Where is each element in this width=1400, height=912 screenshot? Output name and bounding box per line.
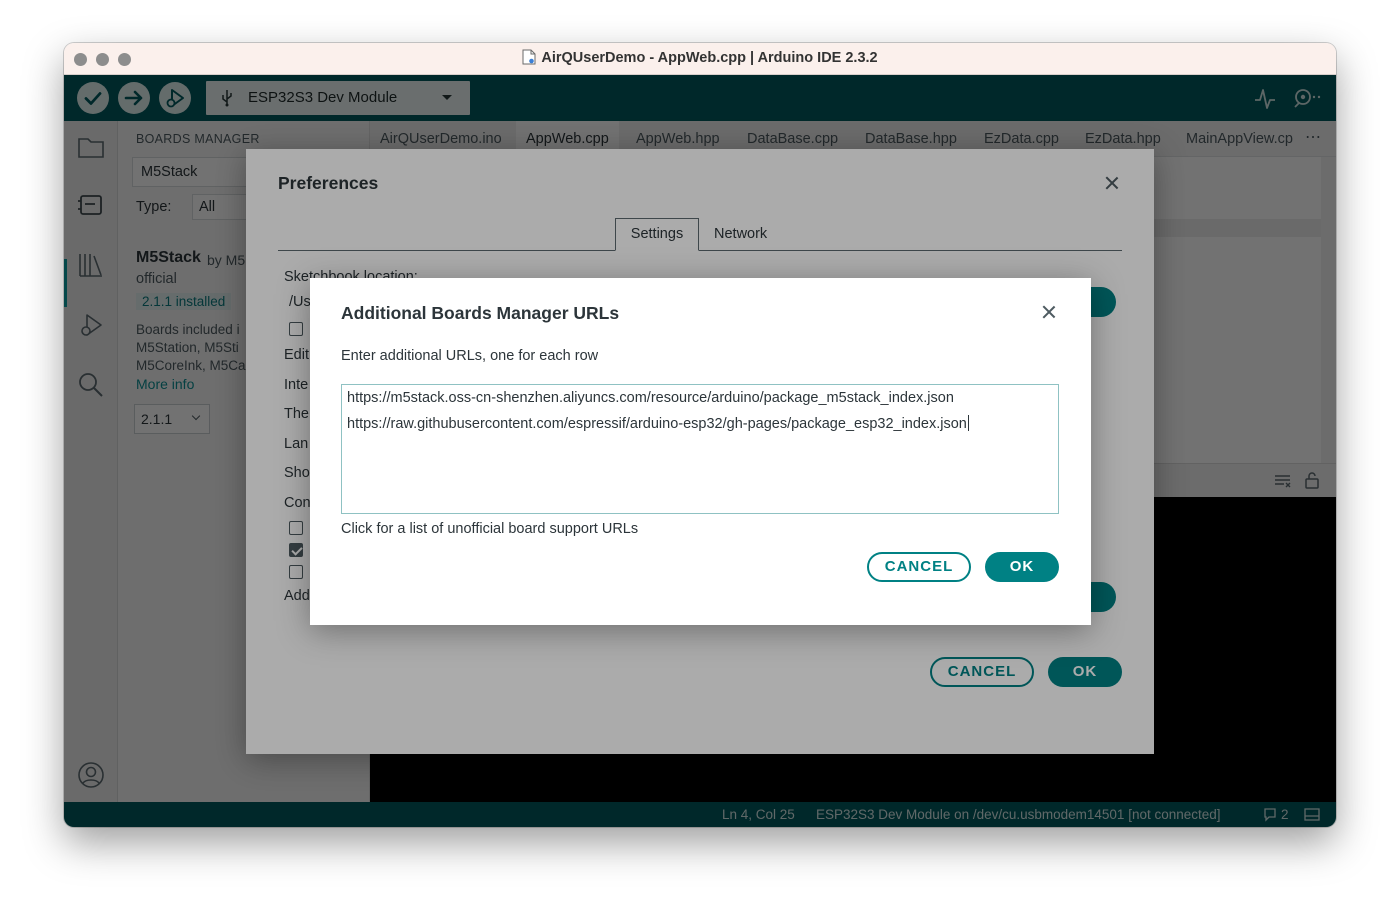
file-icon <box>522 49 536 65</box>
url-line: https://raw.githubusercontent.com/espres… <box>347 416 967 432</box>
urls-dialog-description: Enter additional URLs, one for each row <box>341 348 599 364</box>
window-title-text: AirQUserDemo - AppWeb.cpp | Arduino IDE … <box>541 50 878 66</box>
url-line-with-caret: https://raw.githubusercontent.com/espres… <box>347 415 969 432</box>
text-caret <box>967 415 969 431</box>
close-icon[interactable] <box>1039 302 1059 322</box>
window-title: AirQUserDemo - AppWeb.cpp | Arduino IDE … <box>64 43 1336 75</box>
unofficial-urls-link[interactable]: Click for a list of unofficial board sup… <box>341 521 638 537</box>
additional-urls-dialog: Additional Boards Manager URLs Enter add… <box>310 278 1091 625</box>
title-bar: AirQUserDemo - AppWeb.cpp | Arduino IDE … <box>64 43 1336 75</box>
urls-textarea[interactable]: https://m5stack.oss-cn-shenzhen.aliyuncs… <box>341 384 1059 514</box>
urls-ok-button[interactable]: OK <box>985 552 1059 582</box>
url-line: https://m5stack.oss-cn-shenzhen.aliyuncs… <box>347 390 954 406</box>
urls-dialog-title: Additional Boards Manager URLs <box>341 303 620 323</box>
urls-cancel-button[interactable]: CANCEL <box>867 552 971 582</box>
